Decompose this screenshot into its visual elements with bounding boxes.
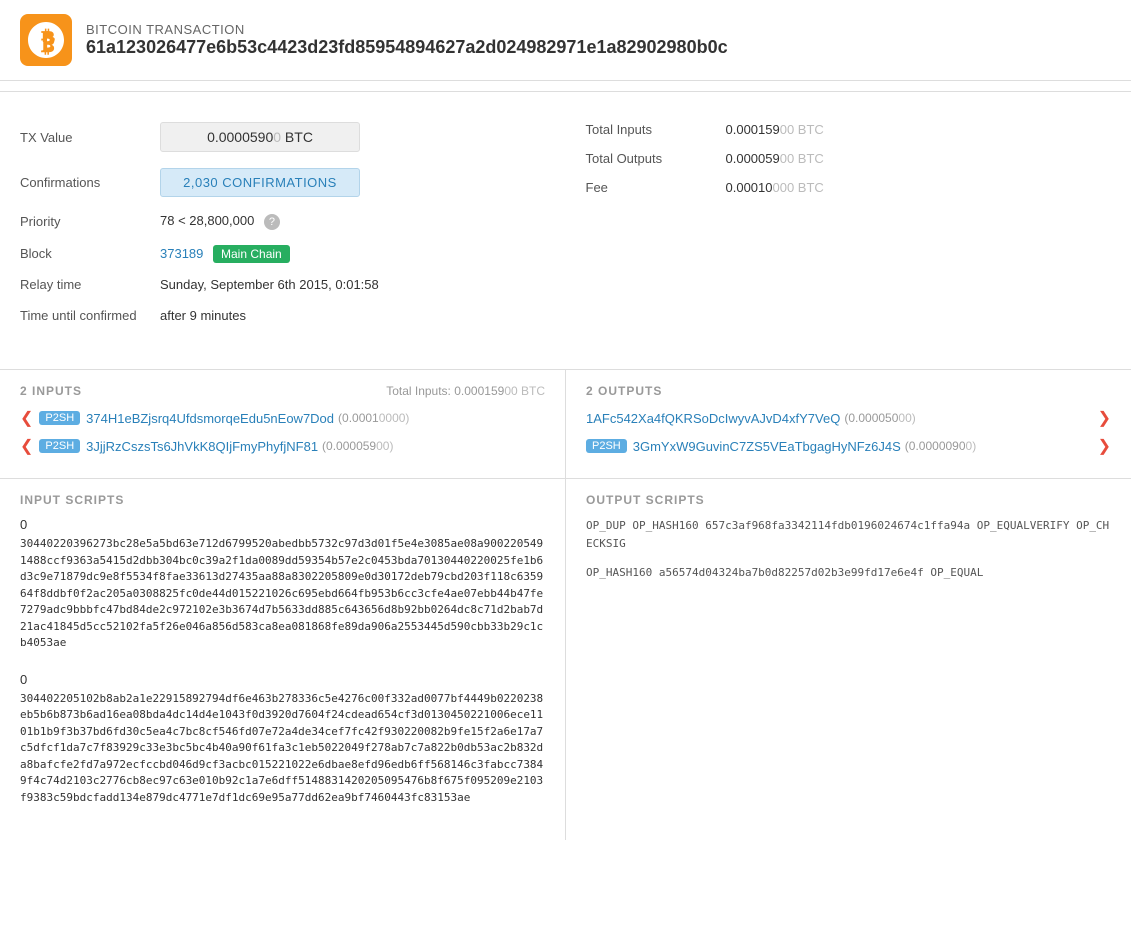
inputs-subtitle: Total Inputs: 0.00015900 BTC — [386, 384, 545, 398]
time-confirmed-value: after 9 minutes — [160, 308, 546, 323]
input-address-0[interactable]: 374H1eBZjsrq4UfdsmorqeEdu5nEow7Dod — [86, 411, 334, 426]
main-chain-badge: Main Chain — [213, 245, 290, 263]
total-inputs-row: Total Inputs 0.00015900 BTC — [586, 122, 1112, 137]
output-script-1: OP_HASH160 a56574d04324ba7b0d82257d02b3e… — [586, 564, 1111, 582]
fee-row: Fee 0.00010000 BTC — [586, 180, 1112, 195]
priority-row: Priority 78 < 28,800,000 ? — [20, 213, 546, 230]
priority-value: 78 < 28,800,000 ? — [160, 213, 546, 230]
output-scripts-title: OUTPUT SCRIPTS — [586, 493, 1111, 507]
input-row-0: ❮ P2SH 374H1eBZjsrq4UfdsmorqeEdu5nEow7Do… — [20, 408, 545, 428]
time-confirmed-label: Time until confirmed — [20, 308, 160, 323]
output-address-1[interactable]: 3GmYxW9GuvinC7ZS5VEaTbgagHyNFz6J4S — [633, 439, 901, 454]
output-script-0: OP_DUP OP_HASH160 657c3af968fa3342114fdb… — [586, 517, 1111, 552]
input-arrow-1[interactable]: ❮ — [20, 436, 33, 456]
block-row: Block 373189 Main Chain — [20, 246, 546, 261]
tx-value-box: 0.00005900 BTC — [160, 122, 360, 152]
input-badge-0: P2SH — [39, 411, 80, 425]
output-row-1: P2SH 3GmYxW9GuvinC7ZS5VEaTbgagHyNFz6J4S … — [586, 436, 1111, 456]
fee-value: 0.00010000 BTC — [726, 180, 824, 195]
input-amount-1: (0.00005900) — [322, 439, 393, 453]
input-script-0: 0 30440220396273bc28e5a5bd63e712d6799520… — [20, 517, 545, 652]
input-script-1: 0 304402205102b8ab2a1e22915892794df6e463… — [20, 672, 545, 807]
script-index-0: 0 — [20, 517, 545, 532]
input-badge-1: P2SH — [39, 439, 80, 453]
confirmations-box-container: 2,030 CONFIRMATIONS — [160, 168, 546, 197]
relay-time-row: Relay time Sunday, September 6th 2015, 0… — [20, 277, 546, 292]
tx-value-number: 0.0000590 — [207, 129, 273, 145]
time-confirmed-row: Time until confirmed after 9 minutes — [20, 308, 546, 323]
input-scripts-section: INPUT SCRIPTS 0 30440220396273bc28e5a5bd… — [0, 479, 566, 840]
priority-label: Priority — [20, 214, 160, 229]
confirmations-label: Confirmations — [20, 175, 160, 190]
tx-value-row: TX Value 0.00005900 BTC — [20, 122, 546, 152]
info-left: TX Value 0.00005900 BTC Confirmations 2,… — [20, 122, 546, 339]
confirmations-row: Confirmations 2,030 CONFIRMATIONS — [20, 168, 546, 197]
input-row-1: ❮ P2SH 3JjjRzCszsTs6JhVkK8QIjFmyPhyfjNF8… — [20, 436, 545, 456]
input-scripts-title: INPUT SCRIPTS — [20, 493, 545, 507]
info-grid: TX Value 0.00005900 BTC Confirmations 2,… — [20, 122, 1111, 339]
scripts-section: INPUT SCRIPTS 0 30440220396273bc28e5a5bd… — [0, 478, 1131, 840]
block-value: 373189 Main Chain — [160, 246, 546, 261]
main-content: TX Value 0.00005900 BTC Confirmations 2,… — [0, 102, 1131, 369]
btc-logo — [20, 14, 72, 66]
tx-value-label: TX Value — [20, 130, 160, 145]
inputs-header: 2 INPUTS Total Inputs: 0.00015900 BTC — [20, 384, 545, 408]
output-amount-0: (0.00005000) — [844, 411, 915, 425]
relay-time-label: Relay time — [20, 277, 160, 292]
block-label: Block — [20, 246, 160, 261]
outputs-section: 2 OUTPUTS 1AFc542Xa4fQKRSoDcIwyvAJvD4xfY… — [566, 370, 1131, 478]
output-arrow-0[interactable]: ❯ — [1098, 408, 1111, 428]
total-outputs-label: Total Outputs — [586, 151, 726, 166]
output-address-0[interactable]: 1AFc542Xa4fQKRSoDcIwyvAJvD4xfY7VeQ — [586, 411, 840, 426]
output-scripts-section: OUTPUT SCRIPTS OP_DUP OP_HASH160 657c3af… — [566, 479, 1131, 840]
page-title: BITCOIN TRANSACTION — [86, 22, 728, 37]
confirmations-box: 2,030 CONFIRMATIONS — [160, 168, 360, 197]
total-outputs-row: Total Outputs 0.00005900 BTC — [586, 151, 1112, 166]
script-index-1: 0 — [20, 672, 545, 687]
input-amount-0: (0.00010000) — [338, 411, 409, 425]
input-arrow-0[interactable]: ❮ — [20, 408, 33, 428]
relay-time-value: Sunday, September 6th 2015, 0:01:58 — [160, 277, 546, 292]
inputs-title: 2 INPUTS — [20, 384, 386, 398]
total-inputs-value: 0.00015900 BTC — [726, 122, 824, 137]
info-right: Total Inputs 0.00015900 BTC Total Output… — [586, 122, 1112, 339]
input-address-1[interactable]: 3JjjRzCszsTs6JhVkK8QIjFmyPhyfjNF81 — [86, 439, 318, 454]
script-text-1: 304402205102b8ab2a1e22915892794df6e463b2… — [20, 691, 545, 807]
total-inputs-label: Total Inputs — [586, 122, 726, 137]
outputs-title: 2 OUTPUTS — [586, 384, 1111, 398]
header: BITCOIN TRANSACTION 61a123026477e6b53c44… — [0, 0, 1131, 92]
block-number-link[interactable]: 373189 — [160, 246, 203, 261]
io-section: 2 INPUTS Total Inputs: 0.00015900 BTC ❮ … — [0, 369, 1131, 478]
output-badge-1: P2SH — [586, 439, 627, 453]
output-row-0: 1AFc542Xa4fQKRSoDcIwyvAJvD4xfY7VeQ (0.00… — [586, 408, 1111, 428]
header-text: BITCOIN TRANSACTION 61a123026477e6b53c44… — [86, 22, 728, 58]
output-arrow-1[interactable]: ❯ — [1098, 436, 1111, 456]
tx-value-dim: 0 — [273, 129, 281, 145]
fee-label: Fee — [586, 180, 726, 195]
transaction-id: 61a123026477e6b53c4423d23fd85954894627a2… — [86, 37, 728, 58]
total-outputs-value: 0.00005900 BTC — [726, 151, 824, 166]
script-text-0: 30440220396273bc28e5a5bd63e712d6799520ab… — [20, 536, 545, 652]
priority-help-icon[interactable]: ? — [264, 214, 280, 230]
inputs-section: 2 INPUTS Total Inputs: 0.00015900 BTC ❮ … — [0, 370, 566, 478]
output-amount-1: (0.00000900) — [905, 439, 976, 453]
tx-value-box-container: 0.00005900 BTC — [160, 122, 546, 152]
